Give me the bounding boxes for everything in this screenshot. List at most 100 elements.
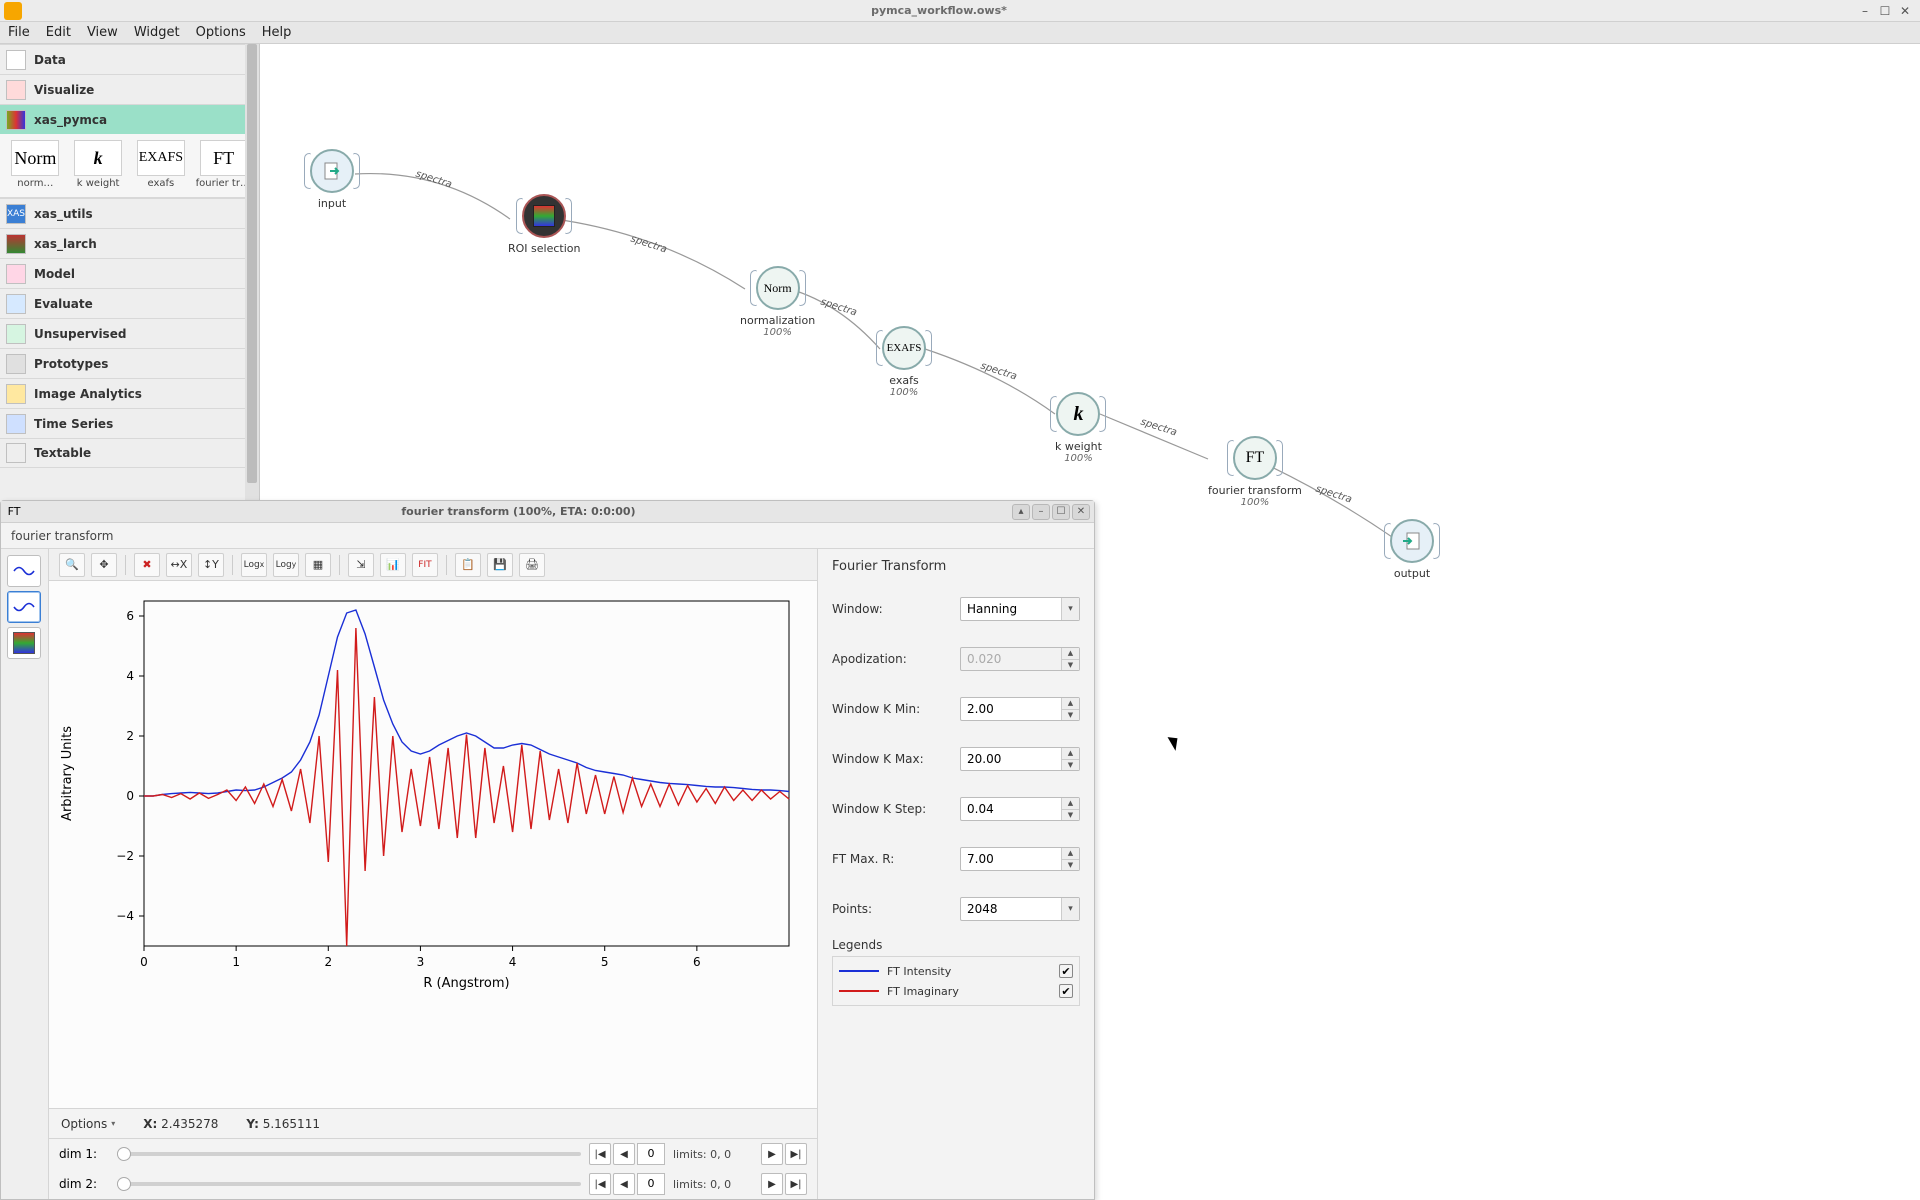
param-label: Window: bbox=[832, 602, 960, 616]
spin-buttons[interactable]: ▲▼ bbox=[1061, 698, 1079, 720]
dim2-first-button[interactable]: |◀ bbox=[589, 1173, 611, 1195]
legend-row: FT Imaginary✔ bbox=[839, 981, 1073, 1001]
node-input[interactable]: input bbox=[310, 149, 354, 210]
dialog-title: fourier transform (100%, ETA: 0:0:00) bbox=[27, 505, 1010, 518]
category-visualize[interactable]: Visualize bbox=[0, 74, 259, 104]
legend-checkbox[interactable]: ✔ bbox=[1059, 964, 1073, 978]
category-xas-utils[interactable]: XAS xas_utils bbox=[0, 198, 259, 228]
print-button[interactable]: 🖨 bbox=[519, 553, 545, 577]
dim2-last-button[interactable]: ▶| bbox=[785, 1173, 807, 1195]
plot-canvas[interactable]: −4−202460123456R (Angstrom)Arbitrary Uni… bbox=[49, 581, 817, 1108]
dim1-last-button[interactable]: ▶| bbox=[785, 1143, 807, 1165]
exafs-node-icon: EXAFS bbox=[882, 326, 926, 370]
menu-edit[interactable]: Edit bbox=[46, 25, 71, 40]
slider-handle[interactable] bbox=[117, 1147, 131, 1161]
menu-options[interactable]: Options bbox=[196, 25, 246, 40]
category-evaluate[interactable]: Evaluate bbox=[0, 288, 259, 318]
link-label: spectra bbox=[819, 296, 858, 318]
slider-handle[interactable] bbox=[117, 1177, 131, 1191]
ft-node-icon: FT bbox=[1233, 436, 1277, 480]
category-prototypes[interactable]: Prototypes bbox=[0, 348, 259, 378]
exafs-icon: EXAFS bbox=[137, 140, 185, 176]
category-textable[interactable]: Textable bbox=[0, 438, 259, 468]
fit-x-button[interactable]: ↔X bbox=[166, 553, 192, 577]
fit-button[interactable]: FIT bbox=[412, 553, 438, 577]
param-select[interactable]: Hanning▾ bbox=[960, 597, 1080, 621]
mode-image-button[interactable] bbox=[7, 627, 41, 659]
spin-buttons[interactable]: ▲▼ bbox=[1061, 748, 1079, 770]
dialog-max-icon[interactable]: ☐ bbox=[1052, 504, 1070, 520]
dialog-titlebar[interactable]: FT fourier transform (100%, ETA: 0:0:00)… bbox=[1, 501, 1094, 523]
dim1-value[interactable]: 0 bbox=[637, 1143, 665, 1165]
param-select[interactable]: 2048▾ bbox=[960, 897, 1080, 921]
node-roi[interactable]: ROI selection bbox=[508, 194, 580, 255]
dialog-close-icon[interactable]: ✕ bbox=[1072, 504, 1090, 520]
maximize-icon[interactable]: ☐ bbox=[1876, 4, 1894, 18]
zoom-button[interactable]: 🔍 bbox=[59, 553, 85, 577]
norm-node-icon: Norm bbox=[756, 266, 800, 310]
spin-buttons[interactable]: ▲▼ bbox=[1061, 798, 1079, 820]
svg-text:−2: −2 bbox=[116, 849, 134, 863]
save-button[interactable]: 💾 bbox=[487, 553, 513, 577]
spin-buttons[interactable]: ▲▼ bbox=[1061, 848, 1079, 870]
dim2-next-button[interactable]: ▶ bbox=[761, 1173, 783, 1195]
close-icon[interactable]: ✕ bbox=[1896, 4, 1914, 18]
param-spin[interactable]: 2.00▲▼ bbox=[960, 697, 1080, 721]
stats-button[interactable]: 📊 bbox=[380, 553, 406, 577]
pencil-icon bbox=[6, 354, 26, 374]
category-xas-pymca[interactable]: xas_pymca bbox=[0, 104, 259, 134]
node-kweight[interactable]: k k weight 100% bbox=[1055, 392, 1102, 464]
node-exafs[interactable]: EXAFS exafs 100% bbox=[882, 326, 926, 398]
widget-kweight[interactable]: k k weight bbox=[70, 140, 126, 189]
dialog-roll-icon[interactable]: ▴ bbox=[1012, 504, 1030, 520]
minimize-icon[interactable]: – bbox=[1856, 4, 1874, 18]
category-model[interactable]: Model bbox=[0, 258, 259, 288]
mode-intensity-button[interactable] bbox=[7, 555, 41, 587]
dim1-next-button[interactable]: ▶ bbox=[761, 1143, 783, 1165]
dialog-min-icon[interactable]: – bbox=[1032, 504, 1050, 520]
widget-ft[interactable]: FT fourier transf… bbox=[196, 140, 252, 189]
node-norm[interactable]: Norm normalization 100% bbox=[740, 266, 815, 338]
reset-button[interactable]: ✖ bbox=[134, 553, 160, 577]
options-dropdown[interactable]: Options ▾ bbox=[61, 1117, 115, 1131]
category-data[interactable]: Data bbox=[0, 44, 259, 74]
logx-button[interactable]: Logx bbox=[241, 553, 267, 577]
node-ft[interactable]: FT fourier transform 100% bbox=[1208, 436, 1302, 508]
mode-imaginary-button[interactable] bbox=[7, 591, 41, 623]
svg-text:6: 6 bbox=[693, 955, 701, 969]
dim2-prev-button[interactable]: ◀ bbox=[613, 1173, 635, 1195]
grid-button[interactable]: ▦ bbox=[305, 553, 331, 577]
copy-button[interactable]: 📋 bbox=[455, 553, 481, 577]
menu-widget[interactable]: Widget bbox=[134, 25, 180, 40]
widget-exafs[interactable]: EXAFS exafs bbox=[133, 140, 189, 189]
dim1-first-button[interactable]: |◀ bbox=[589, 1143, 611, 1165]
category-image-analytics[interactable]: Image Analytics bbox=[0, 378, 259, 408]
legend-checkbox[interactable]: ✔ bbox=[1059, 984, 1073, 998]
menu-file[interactable]: File bbox=[8, 25, 30, 40]
logy-button[interactable]: Logy bbox=[273, 553, 299, 577]
axes-button[interactable]: ⇲ bbox=[348, 553, 374, 577]
dim1-prev-button[interactable]: ◀ bbox=[613, 1143, 635, 1165]
fit-y-button[interactable]: ↕Y bbox=[198, 553, 224, 577]
widget-norm[interactable]: Norm norm… bbox=[7, 140, 63, 189]
node-output[interactable]: output bbox=[1390, 519, 1434, 580]
menubar: File Edit View Widget Options Help bbox=[0, 22, 1920, 44]
dim1-slider[interactable] bbox=[117, 1152, 581, 1156]
dim2-value[interactable]: 0 bbox=[637, 1173, 665, 1195]
category-unsupervised[interactable]: Unsupervised bbox=[0, 318, 259, 348]
dim2-slider[interactable] bbox=[117, 1182, 581, 1186]
plot-mode-strip bbox=[1, 549, 49, 1199]
param-spin[interactable]: 7.00▲▼ bbox=[960, 847, 1080, 871]
menu-help[interactable]: Help bbox=[262, 25, 292, 40]
chart-svg: −4−202460123456R (Angstrom)Arbitrary Uni… bbox=[49, 581, 819, 1001]
param-spin[interactable]: 0.04▲▼ bbox=[960, 797, 1080, 821]
legends-title: Legends bbox=[832, 938, 1080, 952]
param-spin[interactable]: 20.00▲▼ bbox=[960, 747, 1080, 771]
category-xas-larch[interactable]: xas_larch bbox=[0, 228, 259, 258]
menu-view[interactable]: View bbox=[87, 25, 118, 40]
pan-button[interactable]: ✥ bbox=[91, 553, 117, 577]
file-out-icon bbox=[1390, 519, 1434, 563]
svg-text:0: 0 bbox=[140, 955, 148, 969]
scroll-thumb[interactable] bbox=[247, 44, 257, 483]
category-time-series[interactable]: Time Series bbox=[0, 408, 259, 438]
